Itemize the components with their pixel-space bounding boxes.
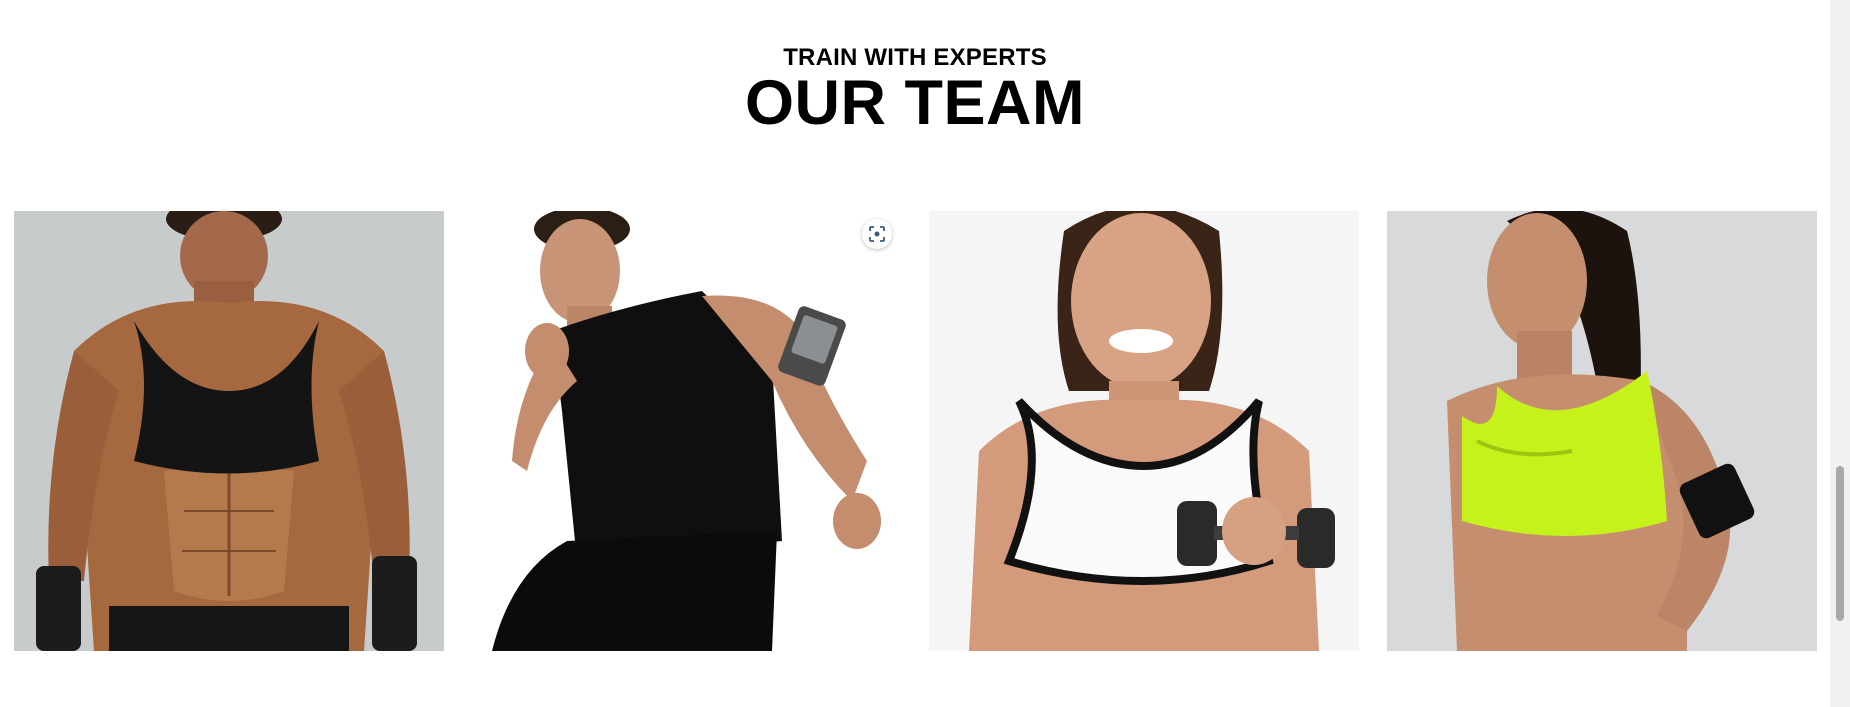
team-photo-2-image bbox=[472, 211, 902, 651]
scrollbar-thumb[interactable] bbox=[1836, 466, 1844, 621]
team-photo-4-image bbox=[1387, 211, 1817, 651]
lens-search-icon bbox=[869, 226, 885, 242]
team-photo-1-image bbox=[14, 211, 444, 651]
visual-search-button[interactable] bbox=[862, 219, 892, 249]
vertical-scrollbar[interactable] bbox=[1830, 0, 1850, 707]
team-photo-4[interactable] bbox=[1387, 211, 1817, 651]
team-photo-2[interactable] bbox=[472, 211, 902, 651]
section-title: OUR TEAM bbox=[745, 68, 1085, 138]
team-photo-3[interactable] bbox=[929, 211, 1359, 651]
team-photo-3-image bbox=[929, 211, 1359, 651]
page: TRAIN WITH EXPERTS OUR TEAM bbox=[0, 0, 1830, 707]
team-photo-1[interactable] bbox=[14, 211, 444, 651]
